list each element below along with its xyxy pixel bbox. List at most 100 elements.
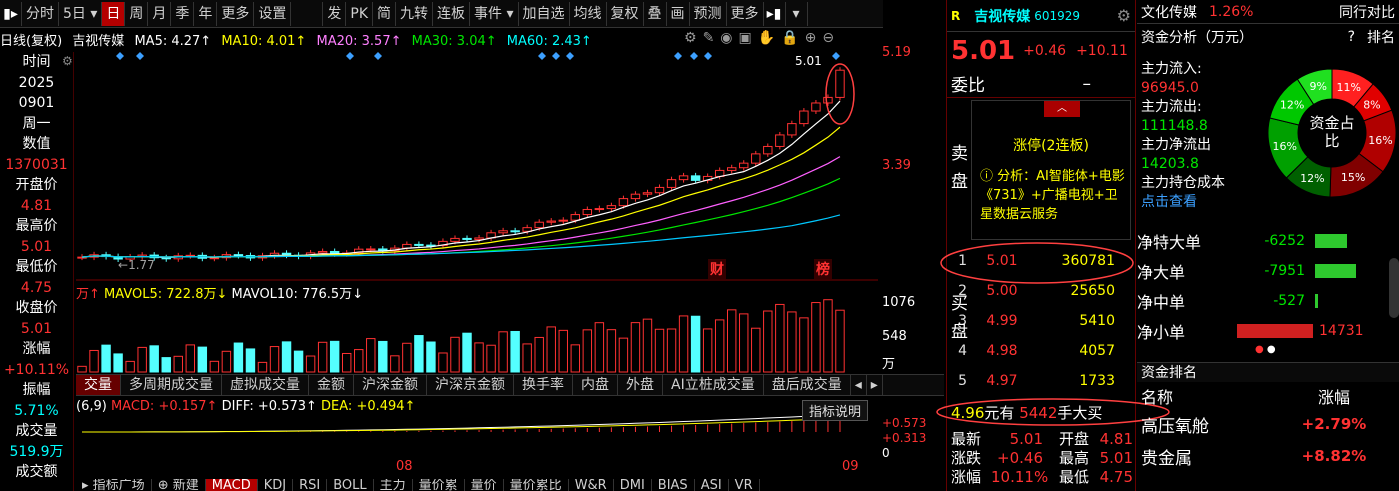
add-watchlist-button[interactable]: 加自选 — [519, 1, 570, 26]
donut-slice-label: 16% — [1273, 140, 1297, 153]
event-diamond-icon[interactable] — [704, 52, 712, 60]
donut-slice-label: 9% — [1309, 80, 1326, 93]
tab-indicator-plaza[interactable]: ▸ 指标广场 — [76, 479, 152, 491]
tab-ai-volume[interactable]: AI立桩成交量 — [663, 375, 764, 395]
tab-yearly[interactable]: 年 — [194, 1, 218, 26]
zoom-out-icon[interactable]: ⊖ — [822, 30, 840, 46]
menu-icon[interactable]: ▮▸ — [0, 1, 22, 26]
rank-button[interactable]: 排名 — [1367, 27, 1395, 47]
tab-multi-period-volume[interactable]: 多周期成交量 — [121, 375, 222, 395]
tab-monthly[interactable]: 月 — [148, 1, 172, 26]
event-diamond-icon[interactable] — [552, 52, 560, 60]
event-diamond-icon[interactable] — [346, 52, 354, 60]
stock-name[interactable]: 吉视传媒 — [974, 6, 1030, 26]
tab-vol-price[interactable]: 量价 — [465, 479, 504, 491]
eye-icon[interactable]: ◉ — [720, 30, 738, 46]
help-icon[interactable]: ? — [1348, 29, 1355, 45]
lock-icon[interactable]: 🔒 — [781, 30, 804, 46]
overlay-button[interactable]: 叠 — [644, 1, 667, 26]
candle — [787, 123, 797, 136]
tab-main-force[interactable]: 主力 — [374, 479, 413, 491]
tab-weekly[interactable]: 周 — [125, 1, 149, 26]
chevron-down-icon[interactable]: ▾ — [786, 1, 808, 26]
tab-after-hours-volume[interactable]: 盘后成交量 — [764, 375, 851, 395]
moving-average-button[interactable]: 均线 — [570, 1, 607, 26]
peer-compare-button[interactable]: 同行对比 — [1339, 2, 1395, 22]
camera-icon[interactable]: ▣ — [739, 30, 758, 46]
tab-intraday[interactable]: 分时 — [22, 1, 59, 26]
tab-vr[interactable]: VR — [729, 479, 760, 491]
nine-turn-button[interactable]: 九转 — [396, 1, 434, 26]
gear-icon[interactable]: ⚙ — [1117, 6, 1131, 25]
tab-rsi[interactable]: RSI — [293, 479, 328, 491]
scrollbar[interactable] — [1389, 258, 1399, 318]
pen-icon[interactable]: ✎ — [703, 30, 721, 46]
volume-bar — [137, 346, 147, 373]
pager-dots[interactable]: ● ● — [1255, 344, 1276, 355]
tab-daily[interactable]: 日 — [102, 1, 126, 26]
scroll-right-icon[interactable]: ▸ — [867, 375, 883, 395]
tab-more-periods[interactable]: 更多 — [217, 1, 255, 26]
dragon-tiger-marker[interactable]: 榜 — [814, 259, 832, 279]
tab-sh-sz-amount[interactable]: 沪深金额 — [354, 375, 427, 395]
simple-button[interactable]: 简 — [373, 1, 397, 26]
table-row[interactable]: 贵金属 +8.82% — [1137, 440, 1395, 472]
table-row[interactable]: 高压氧舱 +2.79% — [1137, 408, 1395, 440]
event-diamond-icon[interactable] — [374, 52, 382, 60]
volume-bar — [426, 341, 436, 373]
tab-turnover[interactable]: 换手率 — [514, 375, 573, 395]
event-diamond-icon[interactable] — [674, 52, 682, 60]
volume-bar — [799, 317, 809, 373]
event-diamond-icon[interactable] — [538, 52, 546, 60]
tab-macd[interactable]: MACD — [205, 479, 258, 491]
sector-name[interactable]: 文化传媒 — [1141, 2, 1197, 22]
scroll-left-icon[interactable]: ◂ — [851, 375, 867, 395]
info-settings-icon[interactable]: ⚙ — [62, 54, 73, 68]
tab-volume[interactable]: 交量 — [76, 375, 121, 395]
more-button[interactable]: 更多 — [727, 1, 764, 26]
adjust-button[interactable]: 复权 — [607, 1, 644, 26]
tab-asi[interactable]: ASI — [695, 479, 729, 491]
tab-inner[interactable]: 内盘 — [573, 375, 618, 395]
tab-amount[interactable]: 金额 — [309, 375, 354, 395]
tab-vol-price-cum[interactable]: 量价累 — [413, 479, 465, 491]
tab-boll[interactable]: BOLL — [327, 479, 374, 491]
hand-icon[interactable]: ✋ — [758, 30, 781, 46]
bid-row[interactable]: 4 4.98 4057 — [947, 336, 1135, 366]
tab-vol-price-ratio[interactable]: 量价累比 — [504, 479, 569, 491]
volume-bar — [245, 348, 256, 373]
tab-kdj[interactable]: KDJ — [258, 479, 294, 491]
settings-button[interactable]: 设置 — [254, 1, 292, 26]
bid-row[interactable]: 5 4.97 1733 — [947, 366, 1135, 396]
limit-up-streak-button[interactable]: 连板 — [433, 1, 471, 26]
tab-outer[interactable]: 外盘 — [618, 375, 663, 395]
event-diamond-icon[interactable] — [832, 52, 840, 60]
tab-bias[interactable]: BIAS — [652, 479, 695, 491]
holding-cost-link[interactable]: 点击查看 — [1141, 193, 1269, 212]
gear-icon[interactable]: ⚙ — [684, 30, 703, 46]
events-button[interactable]: 事件 ▾ — [470, 1, 519, 26]
tab-virtual-volume[interactable]: 虚拟成交量 — [222, 375, 309, 395]
pk-button[interactable]: PK — [346, 1, 374, 26]
bid-row[interactable]: 3 4.99 5410 — [947, 306, 1135, 336]
event-diamond-icon[interactable] — [116, 52, 124, 60]
zoom-in-icon[interactable]: ⊕ — [805, 30, 823, 46]
volume-bar — [558, 329, 568, 373]
draw-button[interactable]: 画 — [667, 1, 690, 26]
finance-marker[interactable]: 财 — [708, 259, 726, 279]
forecast-button[interactable]: 预测 — [690, 1, 727, 26]
tab-wr[interactable]: W&R — [569, 479, 614, 491]
collapse-icon[interactable]: ︿ — [1044, 101, 1080, 117]
event-diamond-icon[interactable] — [566, 52, 574, 60]
tab-sh-sz-bj-amount[interactable]: 沪深京金额 — [427, 375, 514, 395]
expand-icon[interactable]: ▸▮ — [764, 1, 786, 26]
post-button[interactable]: 发 — [323, 1, 347, 26]
event-diamond-icon[interactable] — [136, 52, 144, 60]
tab-quarterly[interactable]: 季 — [171, 1, 195, 26]
tab-new-indicator[interactable]: ⊕ 新建 — [152, 479, 206, 491]
indicator-help-button[interactable]: 指标说明 — [802, 400, 869, 421]
event-diamond-icon[interactable] — [690, 52, 698, 60]
tab-5day[interactable]: 5日 ▾ — [59, 1, 103, 26]
tab-dmi[interactable]: DMI — [614, 479, 652, 491]
volume-bar — [630, 322, 641, 373]
